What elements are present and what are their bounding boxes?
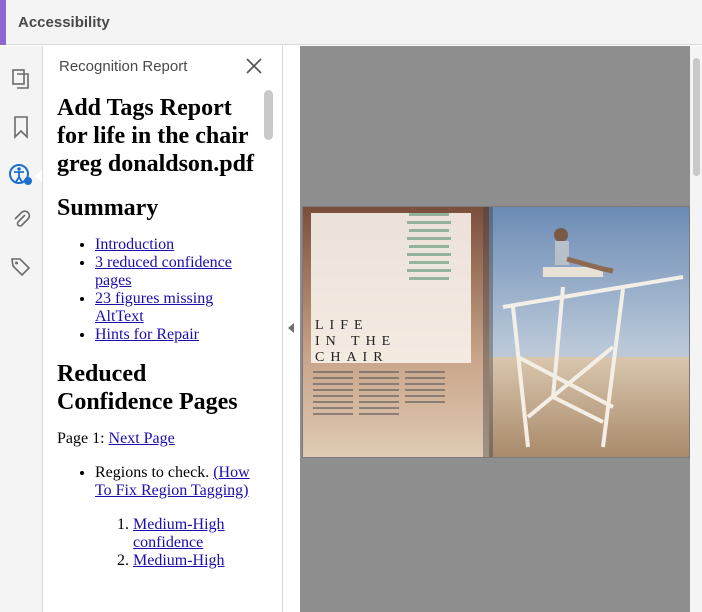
list-item: Introduction — [95, 236, 263, 254]
confidence-list: Medium-High confidence Medium-High — [95, 516, 263, 570]
tool-title: Accessibility — [18, 14, 110, 31]
attachment-icon[interactable] — [8, 206, 34, 232]
collapse-panel-icon[interactable] — [288, 323, 294, 333]
regions-text: Regions to check. — [95, 464, 210, 481]
list-item: 3 reduced confidence pages — [95, 254, 263, 290]
panel-header: Recognition Report — [43, 46, 283, 86]
reduced-confidence-link[interactable]: 3 reduced confidence pages — [95, 254, 232, 289]
list-item: 23 figures missing AltText — [95, 290, 263, 326]
accent-strip — [0, 0, 6, 45]
confidence-link[interactable]: Medium-High — [133, 552, 225, 569]
recognition-report-panel: Recognition Report Add Tags Report for l… — [43, 46, 283, 612]
summary-list: Introduction 3 reduced confidence pages … — [57, 236, 263, 344]
document-page[interactable]: LIFE IN THE CHAIR — [302, 206, 690, 458]
figures-missing-alttext-link[interactable]: 23 figures missing AltText — [95, 290, 213, 325]
pages-icon[interactable] — [8, 66, 34, 92]
active-pointer — [35, 170, 42, 182]
bookmark-icon[interactable] — [8, 114, 34, 140]
top-bar: Accessibility — [0, 0, 702, 45]
spread-title-line: IN THE — [315, 334, 396, 349]
document-scrollbar-thumb[interactable] — [693, 58, 700, 176]
spread-title-line: LIFE — [315, 318, 369, 333]
list-item: Regions to check. (How To Fix Region Tag… — [95, 464, 263, 570]
spread-title-line: CHAIR — [315, 350, 389, 365]
report-heading: Add Tags Report for life in the chair gr… — [57, 95, 254, 177]
report-content: Add Tags Report for life in the chair gr… — [57, 90, 263, 612]
panel-scrollbar-thumb[interactable] — [264, 90, 273, 140]
close-icon[interactable] — [243, 55, 265, 77]
list-item: Medium-High confidence — [133, 516, 263, 552]
magazine-spread-image: LIFE IN THE CHAIR — [303, 207, 689, 457]
document-view[interactable]: LIFE IN THE CHAIR — [300, 46, 690, 612]
introduction-link[interactable]: Introduction — [95, 236, 174, 253]
page-label: Page 1: — [57, 430, 105, 447]
list-item: Hints for Repair — [95, 326, 263, 344]
tags-icon[interactable] — [8, 254, 34, 280]
accessibility-icon[interactable] — [8, 162, 34, 188]
reduced-confidence-heading: Reduced Confidence Pages — [57, 361, 238, 415]
list-item: Medium-High — [133, 552, 263, 570]
summary-heading: Summary — [57, 195, 159, 221]
confidence-link[interactable]: Medium-High confidence — [133, 516, 225, 551]
hints-for-repair-link[interactable]: Hints for Repair — [95, 326, 199, 343]
previous-page-area — [300, 46, 690, 204]
panel-title: Recognition Report — [59, 58, 188, 75]
regions-list: Regions to check. (How To Fix Region Tag… — [57, 464, 263, 570]
next-page-link[interactable]: Next Page — [109, 430, 175, 447]
left-tool-rail — [0, 46, 43, 612]
page-line: Page 1: Next Page — [57, 430, 263, 448]
